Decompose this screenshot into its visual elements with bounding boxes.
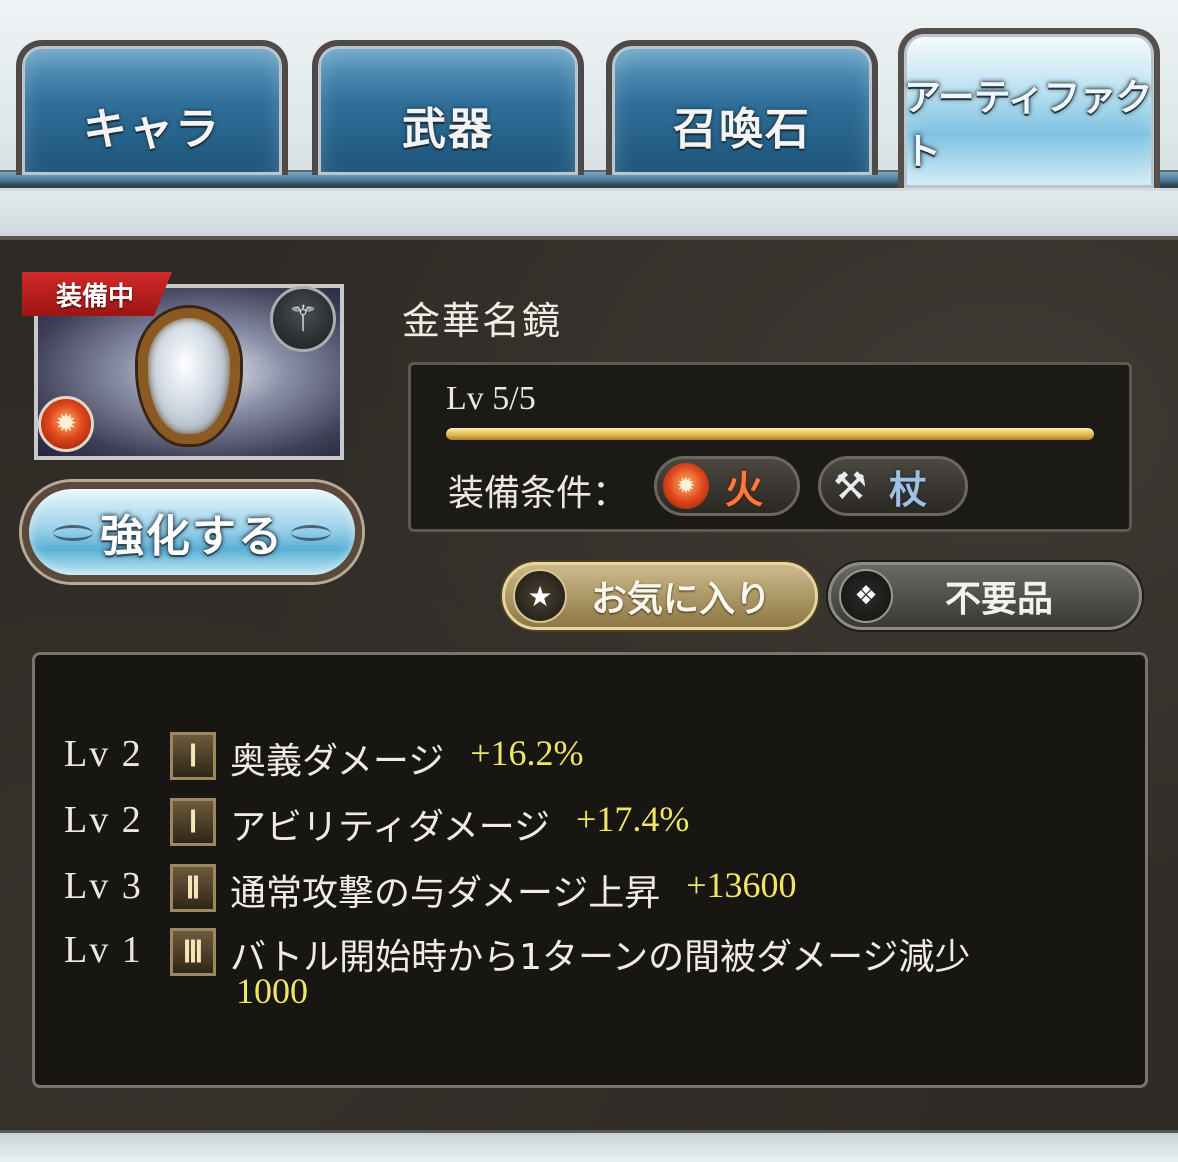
skill-tier-icon: Ⅰ <box>170 732 216 780</box>
skill-name: バトル開始時から1ターンの間被ダメージ減少 <box>230 937 971 978</box>
level-progress-bar <box>446 428 1094 440</box>
favorite-button[interactable]: ★ お気に入り <box>502 562 818 630</box>
fire-icon: ✹ <box>663 463 709 509</box>
skill-level: Lv 1 <box>64 929 143 971</box>
artifact-name: 金華名鏡 <box>402 299 563 343</box>
star-icon: ★ <box>513 569 567 623</box>
tab-artifact[interactable]: アーティファクト <box>898 28 1160 188</box>
tab-label: 武器 <box>402 103 494 155</box>
skill-value: 1000 <box>236 971 308 1011</box>
skill-name: 通常攻撃の与ダメージ上昇 <box>230 873 661 914</box>
skill-value: +17.4% <box>576 799 690 839</box>
tab-label: 召喚石 <box>673 103 811 155</box>
tab-character[interactable]: キャラ <box>16 40 288 175</box>
enhance-button[interactable]: 強化する <box>22 482 362 582</box>
skill-row: Lv 2 Ⅰ アビリティダメージ +17.4% <box>64 798 1124 850</box>
skill-row: Lv 2 Ⅰ 奥義ダメージ +16.2% <box>64 732 1124 784</box>
fire-element-icon: ✹ <box>38 396 94 452</box>
staff-icon: ⚒ <box>832 464 868 508</box>
requirement-weapon-label: 杖 <box>889 467 928 512</box>
skill-name: アビリティダメージ <box>230 807 551 848</box>
skill-row: Lv 3 Ⅱ 通常攻撃の与ダメージ上昇 +13600 <box>64 864 1124 916</box>
skill-tier-icon: Ⅰ <box>170 798 216 846</box>
requirement-element-label: 火 <box>725 467 764 512</box>
skill-tier-icon: Ⅲ <box>170 928 216 976</box>
junk-icon: ❖ <box>839 569 893 623</box>
tab-summon[interactable]: 召喚石 <box>606 40 878 175</box>
skill-name: 奥義ダメージ <box>230 741 445 782</box>
skill-value: +13600 <box>686 865 797 905</box>
skill-level: Lv 3 <box>64 865 143 907</box>
tab-weapon[interactable]: 武器 <box>312 40 584 175</box>
enhance-button-label: 強化する <box>100 511 284 562</box>
tab-label: アーティファクト <box>904 76 1153 173</box>
requirement-element-pill: ✹ 火 <box>654 456 800 516</box>
junk-button[interactable]: ❖ 不要品 <box>828 562 1142 630</box>
ornament-icon <box>53 525 93 541</box>
skill-level: Lv 2 <box>64 799 143 841</box>
tab-bar: キャラ 武器 召喚石 アーティファクト <box>0 0 1178 240</box>
tab-label: キャラ <box>83 103 221 155</box>
tab-bar-base <box>0 191 1178 240</box>
ornament-icon <box>291 525 331 541</box>
mirror-artwork <box>138 308 240 444</box>
skill-value: +16.2% <box>470 733 584 773</box>
level-text: Lv 5/5 <box>446 380 536 417</box>
staff-icon: ⚚ <box>270 286 336 352</box>
favorite-button-label: お気に入り <box>591 579 772 620</box>
equip-requirement-label: 装備条件： <box>448 473 629 514</box>
level-progress-fill <box>446 428 1094 440</box>
requirement-weapon-pill: ⚒ 杖 <box>818 456 968 516</box>
skill-row: Lv 1 Ⅲ バトル開始時から1ターンの間被ダメージ減少 <box>64 928 1124 980</box>
equipped-badge: 装備中 <box>22 272 172 316</box>
skill-level: Lv 2 <box>64 733 143 775</box>
equipped-badge-label: 装備中 <box>56 281 135 312</box>
bottom-frame <box>0 1130 1178 1162</box>
junk-button-label: 不要品 <box>945 579 1054 620</box>
skill-tier-icon: Ⅱ <box>170 864 216 912</box>
